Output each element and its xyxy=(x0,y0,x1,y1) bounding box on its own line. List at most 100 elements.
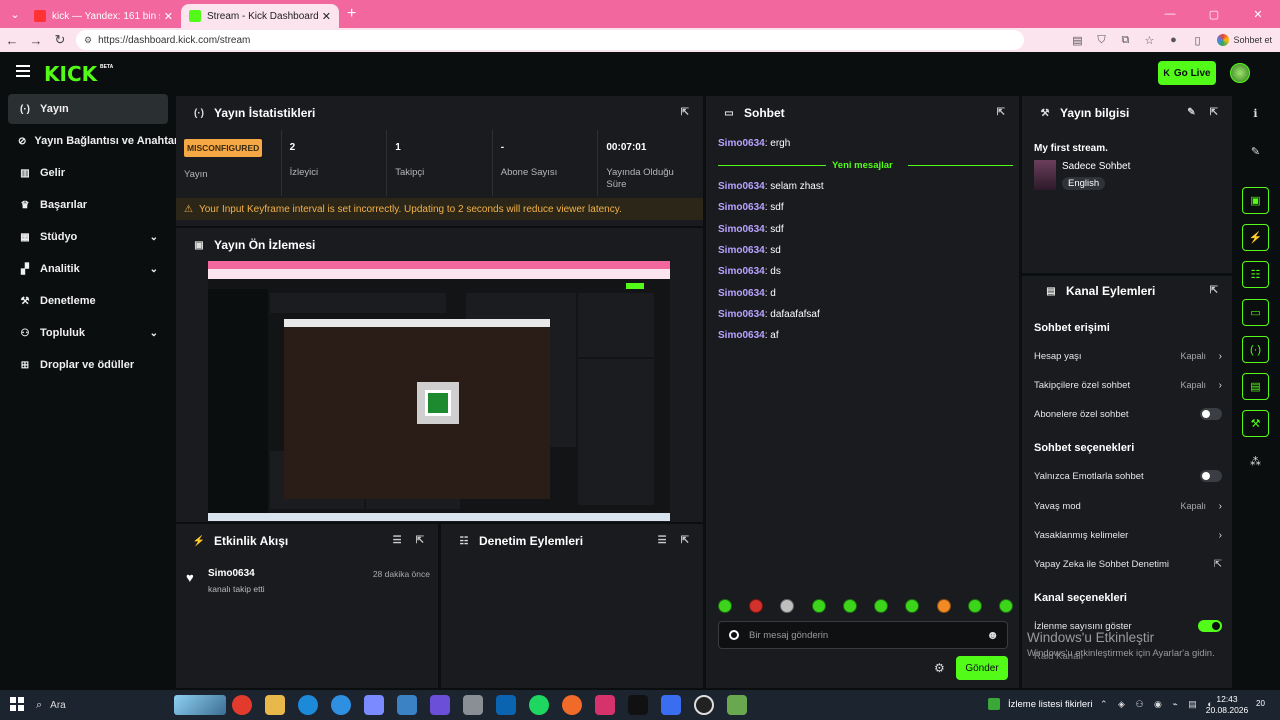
popout-icon[interactable]: ⇱ xyxy=(416,535,424,546)
account-age-row[interactable]: Hesap yaşı Kapalı › xyxy=(1034,348,1222,364)
broadcast-toggle-icon[interactable]: (·) xyxy=(1242,336,1269,363)
chat-input[interactable]: Bir mesaj gönderin ☻ xyxy=(718,621,1008,649)
popout-icon[interactable]: ⇱ xyxy=(1210,107,1218,118)
banned-words-row[interactable]: Yasaklanmış kelimeler › xyxy=(1034,527,1222,543)
info-icon[interactable]: ℹ xyxy=(1242,100,1269,127)
emote-icon[interactable] xyxy=(811,599,826,613)
edit-pencil-icon[interactable]: ✎ xyxy=(1187,107,1195,118)
dex-icon[interactable] xyxy=(562,695,582,715)
store-icon[interactable] xyxy=(397,695,417,715)
sidebar-item-stream-key[interactable]: ⊘ Yayın Bağlantısı ve Anahtarı xyxy=(8,126,181,156)
list-toggle-icon[interactable]: ☷ xyxy=(1242,261,1269,288)
taskbar-search[interactable]: ⌕ Ara xyxy=(36,693,226,717)
vpn-icon[interactable] xyxy=(430,695,450,715)
file-explorer-icon[interactable] xyxy=(265,695,285,715)
outlook-icon[interactable] xyxy=(496,695,516,715)
windows-start-icon[interactable] xyxy=(10,697,24,711)
spotify-icon[interactable] xyxy=(529,695,549,715)
emote-icon[interactable] xyxy=(718,599,732,613)
browser-tab-yandex[interactable]: kick — Yandex: 161 bin sonuç bul ✕ xyxy=(26,4,181,28)
minecraft-icon[interactable] xyxy=(727,695,747,715)
close-window-icon[interactable]: ✕ xyxy=(1236,8,1280,21)
filter-icon[interactable]: ☰ xyxy=(658,535,667,546)
roblox-icon[interactable] xyxy=(661,695,681,715)
sidebar-item-achievements[interactable]: ♛ Başarılar xyxy=(8,190,168,220)
sidebar-item-moderation[interactable]: ⚒ Denetleme xyxy=(8,286,168,316)
chat-username[interactable]: Simo0634 xyxy=(718,245,765,256)
chat-toggle-icon[interactable]: ▭ xyxy=(1242,299,1269,326)
kick-logo[interactable]: KICK BETA xyxy=(44,62,113,86)
maximize-icon[interactable]: ▢ xyxy=(1192,8,1236,21)
reload-icon[interactable]: ↻ xyxy=(48,32,72,48)
sidebar-item-stream[interactable]: (·) Yayın xyxy=(8,94,168,124)
chat-profile-button[interactable]: Sohbet et xyxy=(1209,34,1280,46)
bookmark-icon[interactable]: ☆ xyxy=(1137,34,1161,47)
chat-username[interactable]: Simo0634 xyxy=(718,138,765,149)
profile-icon[interactable]: ● xyxy=(1161,34,1185,46)
shield-icon[interactable]: ⛉ xyxy=(1089,34,1113,47)
extensions-icon[interactable]: ⧉ xyxy=(1113,34,1137,47)
chat-username[interactable]: Simo0634 xyxy=(718,330,765,341)
preview-video[interactable] xyxy=(208,261,670,521)
emote-icon[interactable] xyxy=(749,599,764,613)
send-button[interactable]: Gönder xyxy=(956,656,1008,680)
actions-toggle-icon[interactable]: ▤ xyxy=(1242,373,1269,400)
layout-icon[interactable]: ⁂ xyxy=(1242,448,1269,475)
watchlist-widget[interactable]: İzleme listesi fikirleri xyxy=(988,698,1092,710)
chat-username[interactable]: Simo0634 xyxy=(718,288,765,299)
new-tab-icon[interactable]: + xyxy=(347,5,356,23)
sidebar-item-community[interactable]: ⚇ Topluluk ⌄ xyxy=(8,318,168,348)
bip-icon[interactable] xyxy=(331,695,351,715)
photos-icon[interactable] xyxy=(463,695,483,715)
emote-icon[interactable] xyxy=(780,599,795,613)
chat-username[interactable]: Simo0634 xyxy=(718,202,765,213)
emote-icon[interactable] xyxy=(905,599,920,613)
wrench-toggle-icon[interactable]: ⚒ xyxy=(1242,410,1269,437)
emote-icon[interactable] xyxy=(842,599,857,613)
emote-icon[interactable] xyxy=(998,599,1013,613)
hamburger-menu-icon[interactable] xyxy=(16,65,30,79)
edit-pencil-icon[interactable]: ✎ xyxy=(1242,138,1269,165)
site-info-icon[interactable]: ⚙ xyxy=(84,35,92,46)
sidebar-item-studio[interactable]: ▦ Stüdyo ⌄ xyxy=(8,222,168,252)
address-bar[interactable]: ⚙ https://dashboard.kick.com/stream xyxy=(76,30,1024,50)
reader-icon[interactable]: ▤ xyxy=(1065,34,1089,47)
tab-list-chevron-icon[interactable]: ⌄ xyxy=(4,4,26,24)
popout-icon[interactable]: ⇱ xyxy=(1210,285,1218,296)
emoji-icon[interactable]: ☻ xyxy=(986,628,999,642)
emotes-only-toggle[interactable] xyxy=(1200,470,1222,482)
popout-icon[interactable]: ⇱ xyxy=(681,107,689,118)
slow-mode-row[interactable]: Yavaş mod Kapalı › xyxy=(1034,498,1222,514)
edge-icon[interactable] xyxy=(298,695,318,715)
chat-username[interactable]: Simo0634 xyxy=(718,309,765,320)
emote-icon[interactable] xyxy=(967,599,982,613)
tiktok-icon[interactable] xyxy=(628,695,648,715)
chat-username[interactable]: Simo0634 xyxy=(718,181,765,192)
popout-icon[interactable]: ⇱ xyxy=(681,535,689,546)
sidebar-item-analytics[interactable]: ▞ Analitik ⌄ xyxy=(8,254,168,284)
ai-moderation-row[interactable]: Yapay Zeka ile Sohbet Denetimi ⇱ xyxy=(1034,556,1222,572)
taskbar-clock[interactable]: 12:43 20.08.2026 xyxy=(1204,694,1250,716)
chat-settings-gear-icon[interactable]: ⚙ xyxy=(934,661,945,675)
followers-only-row[interactable]: Takipçilere özel sohbet Kapalı › xyxy=(1034,377,1222,393)
emote-icon[interactable] xyxy=(936,599,951,613)
back-icon[interactable]: ← xyxy=(0,33,24,48)
notification-count[interactable]: 20 xyxy=(1256,699,1265,708)
sidebar-icon[interactable]: ▯ xyxy=(1185,34,1209,47)
lightning-toggle-icon[interactable]: ⚡ xyxy=(1242,224,1269,251)
instagram-icon[interactable] xyxy=(595,695,615,715)
system-tray[interactable]: ⌃ ◈ ⚇ ◉ ⌁ ▤ ◐ xyxy=(1100,699,1217,710)
sidebar-item-revenue[interactable]: ▥ Gelir xyxy=(8,158,168,188)
obs-icon[interactable] xyxy=(694,695,714,715)
emote-icon[interactable] xyxy=(874,599,889,613)
go-live-button[interactable]: K Go Live xyxy=(1158,61,1216,85)
copilot-icon[interactable] xyxy=(364,695,384,715)
chat-username[interactable]: Simo0634 xyxy=(718,266,765,277)
minimize-icon[interactable]: — xyxy=(1148,8,1192,20)
subs-only-toggle[interactable] xyxy=(1200,408,1222,420)
preview-toggle-icon[interactable]: ▣ xyxy=(1242,187,1269,214)
user-avatar[interactable] xyxy=(1230,63,1250,83)
forward-icon[interactable]: → xyxy=(24,33,48,48)
sidebar-item-drops[interactable]: ⊞ Droplar ve ödüller xyxy=(8,350,168,380)
chat-username[interactable]: Simo0634 xyxy=(718,224,765,235)
